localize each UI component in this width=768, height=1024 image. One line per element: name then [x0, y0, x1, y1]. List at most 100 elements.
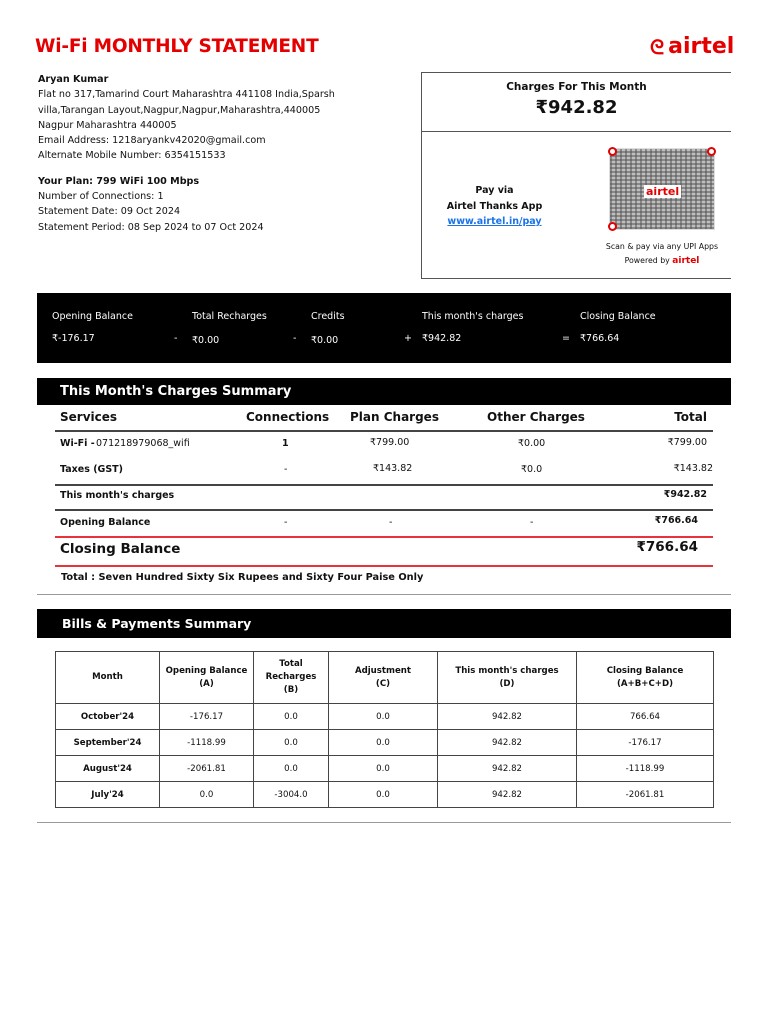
address-line: villa,Tarangan Layout,Nagpur,Nagpur,Maha…	[38, 104, 321, 116]
plan: Your Plan: 799 WiFi 100 Mbps	[38, 175, 200, 187]
cell: -1118.99	[159, 729, 254, 756]
cell: July'24	[55, 781, 160, 808]
cell: 0.0	[328, 755, 438, 782]
cell: 0.0	[328, 781, 438, 808]
pay-via: Pay via Airtel Thanks App www.airtel.in/…	[422, 183, 567, 230]
cell: 766.64	[576, 703, 714, 730]
pay-link[interactable]: www.airtel.in/pay	[447, 216, 541, 227]
header-line: This month's charges	[455, 665, 559, 676]
header-line: Opening Balance	[165, 665, 248, 676]
label: Total Recharges	[192, 311, 267, 322]
cell: 942.82	[437, 729, 577, 756]
col-header: Total Recharges (B)	[253, 651, 329, 704]
cell: 0.0	[253, 755, 329, 782]
cell: ₹143.82	[373, 463, 413, 474]
balance-band: Opening Balance Total Recharges Credits …	[37, 293, 731, 363]
operator: +	[404, 333, 412, 344]
cell: 942.82	[437, 781, 577, 808]
payments-bank-logo: airtel	[672, 256, 700, 266]
this-month-total: ₹942.82	[663, 489, 707, 500]
col-header: This month's charges (D)	[437, 651, 577, 704]
header-line: (C)	[375, 678, 391, 689]
scan-text: Scan & pay via any UPI Apps	[605, 242, 719, 251]
cell: -2061.81	[576, 781, 714, 808]
header-line: Adjustment	[354, 665, 412, 676]
label: Closing Balance	[580, 311, 656, 322]
cell: -	[284, 517, 288, 528]
cell: -	[530, 517, 534, 528]
operator: -	[174, 333, 178, 344]
closing-label: Closing Balance	[60, 541, 181, 557]
summary-title: This Month's Charges Summary	[37, 378, 731, 405]
header-line: (D)	[499, 678, 515, 689]
col-header: Month	[55, 651, 160, 704]
email: Email Address: 1218aryankv42020@gmail.co…	[38, 135, 266, 147]
col-header: Opening Balance (A)	[159, 651, 254, 704]
closing-value: ₹766.64	[636, 539, 699, 555]
bills-title: Bills & Payments Summary	[37, 609, 731, 638]
bills-table: Month Opening Balance (A) Total Recharges (B)…	[55, 651, 714, 808]
header-line: Recharges	[265, 672, 317, 682]
table-row: September'24 -1118.99 0.0 0.0 942.82 -176.17	[55, 729, 714, 756]
amount-in-words: Total : Seven Hundred Sixty Six Rupees a…	[61, 572, 424, 583]
cell: -3004.0	[253, 781, 329, 808]
cell: ₹766.64	[654, 515, 698, 526]
label: Credits	[311, 311, 345, 322]
value: ₹0.00	[192, 335, 220, 346]
cell: 942.82	[437, 703, 577, 730]
cell: 0.0	[328, 703, 438, 730]
cell: -176.17	[576, 729, 714, 756]
cell: 942.82	[437, 755, 577, 782]
header-line: Month	[92, 672, 123, 682]
header-line: Total	[279, 659, 303, 669]
cell: 0.0	[253, 729, 329, 756]
opening-label: Opening Balance	[60, 517, 151, 528]
cell: -2061.81	[159, 755, 254, 782]
label: This month's charges	[422, 311, 524, 322]
cell: 0.0	[159, 781, 254, 808]
cell: ₹799.00	[370, 437, 410, 448]
col-header: Adjustment (C)	[328, 651, 438, 704]
label: Opening Balance	[52, 311, 133, 322]
airtel-swirl-icon: ᘓ	[650, 34, 665, 59]
header-line: (A)	[199, 678, 214, 689]
cell: -	[389, 517, 393, 528]
cell: -1118.99	[576, 755, 714, 782]
payment-box: Charges For This Month ₹942.82 Pay via A…	[421, 72, 731, 279]
customer-info: Aryan Kumar Flat no 317,Tamarind Court M…	[38, 72, 335, 235]
service-name: Taxes (GST)	[60, 464, 124, 475]
cell: ₹799.00	[667, 437, 707, 448]
charges-title: Charges For This Month	[506, 81, 647, 93]
col-header: Total	[674, 410, 707, 424]
alt-mobile: Alternate Mobile Number: 6354151533	[38, 150, 226, 162]
cell: -	[284, 464, 288, 475]
statement-date: Statement Date: 09 Oct 2024	[38, 206, 181, 218]
cell: August'24	[55, 755, 160, 782]
value: ₹766.64	[580, 333, 620, 344]
cell: September'24	[55, 729, 160, 756]
cell: ₹0.00	[518, 438, 546, 449]
cell: 0.0	[328, 729, 438, 756]
cell: 1	[282, 438, 289, 449]
address-line: Flat no 317,Tamarind Court Maharashtra 4…	[38, 89, 335, 101]
statement-period: Statement Period: 08 Sep 2024 to 07 Oct …	[38, 221, 264, 233]
table-row: August'24 -2061.81 0.0 0.0 942.82 -1118.99	[55, 755, 714, 782]
header-line: (B)	[283, 685, 299, 695]
page-title: Wi-Fi MONTHLY STATEMENT	[35, 36, 319, 57]
table-row: July'24 0.0 -3004.0 0.0 942.82 -2061.81	[55, 781, 714, 808]
operator: -	[293, 333, 297, 344]
col-header: Services	[60, 410, 118, 424]
app-name: Airtel Thanks App	[446, 200, 543, 212]
connections: Number of Connections: 1	[38, 191, 164, 203]
this-month-label: This month's charges	[60, 490, 175, 501]
qr-code[interactable]: airtel	[608, 147, 716, 231]
charges-amount: ₹942.82	[535, 97, 618, 118]
value: ₹-176.17	[52, 333, 95, 344]
header-line: (A+B+C+D)	[616, 678, 674, 689]
service-id: 071218979068_wifi	[96, 438, 190, 449]
col-header: Plan Charges	[350, 410, 439, 424]
col-header: Connections	[246, 410, 330, 424]
cell: -176.17	[159, 703, 254, 730]
value: ₹942.82	[422, 333, 462, 344]
col-header: Closing Balance (A+B+C+D)	[576, 651, 714, 704]
